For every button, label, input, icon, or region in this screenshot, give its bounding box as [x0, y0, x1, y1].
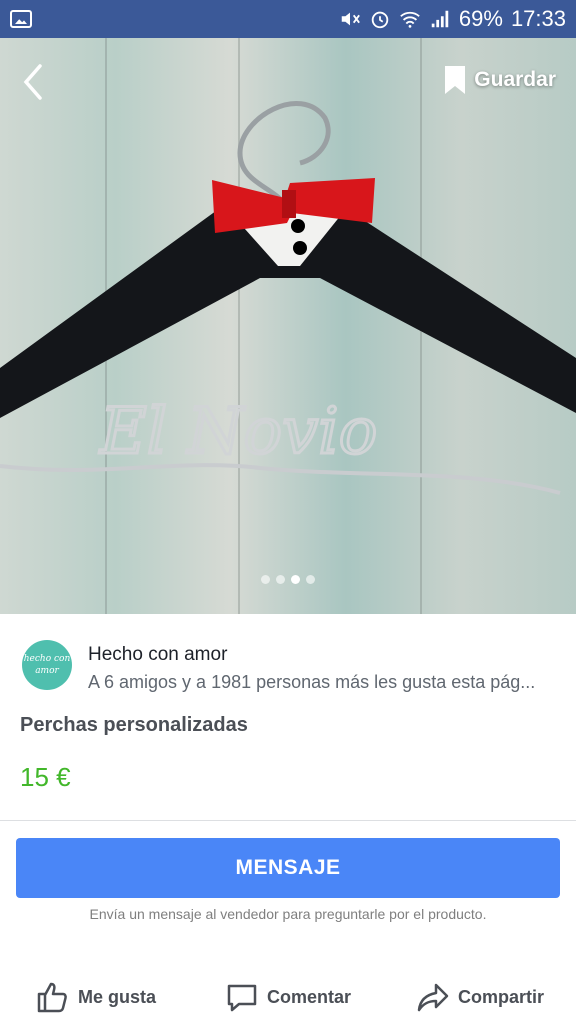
seller-info[interactable]: hecho con amor Hecho con amor A 6 amigos… — [0, 614, 576, 712]
back-icon[interactable] — [18, 62, 50, 102]
save-label: Guardar — [474, 68, 556, 91]
share-icon — [417, 983, 449, 1012]
status-bar: 69% 17:33 — [0, 0, 576, 38]
mute-icon — [341, 12, 360, 26]
product-price: 15 € — [20, 762, 71, 792]
clock: 17:33 — [510, 6, 566, 31]
gallery-icon — [10, 10, 32, 28]
carousel-dot-active[interactable] — [291, 575, 300, 584]
message-button[interactable]: MENSAJE — [16, 838, 560, 898]
battery-level: 69% — [458, 6, 503, 31]
like-button[interactable]: Me gusta — [0, 970, 192, 1024]
status-icons: 69% 17:33 — [339, 6, 566, 32]
product-title: Perchas personalizadas — [20, 714, 248, 736]
comment-label: Comentar — [266, 986, 351, 1007]
hero-toolbar: Guardar — [0, 38, 576, 118]
seller-name[interactable]: Hecho con amor — [88, 644, 227, 666]
share-label: Compartir — [457, 986, 544, 1007]
comment-icon — [227, 984, 257, 1012]
carousel-dot[interactable] — [306, 575, 315, 584]
thumbs-up-icon — [37, 982, 67, 1013]
comment-button[interactable]: Comentar — [192, 970, 384, 1024]
like-label: Me gusta — [77, 986, 156, 1007]
save-button[interactable]: Guardar — [444, 62, 556, 98]
carousel-indicator — [0, 575, 576, 584]
carousel-dot[interactable] — [276, 575, 285, 584]
product-image[interactable]: El Novio Guardar — [0, 38, 576, 614]
message-hint: Envía un mensaje al vendedor para pregun… — [89, 906, 487, 922]
seller-likes: A 6 amigos y a 1981 personas más les gus… — [88, 672, 536, 692]
seller-avatar[interactable]: hecho con amor — [22, 640, 72, 690]
alarm-icon — [371, 11, 389, 29]
carousel-dot[interactable] — [261, 575, 270, 584]
bookmark-icon — [445, 66, 466, 94]
signal-icon — [431, 10, 449, 28]
wifi-icon — [400, 11, 420, 28]
action-bar: Me gusta Comentar Compartir — [0, 970, 576, 1024]
share-button[interactable]: Compartir — [384, 970, 576, 1024]
divider — [0, 820, 576, 821]
hanger-illustration: El Novio — [0, 101, 576, 495]
avatar-logo-text: hecho con amor — [23, 654, 71, 676]
hanger-wire-text: El Novio — [99, 395, 377, 469]
